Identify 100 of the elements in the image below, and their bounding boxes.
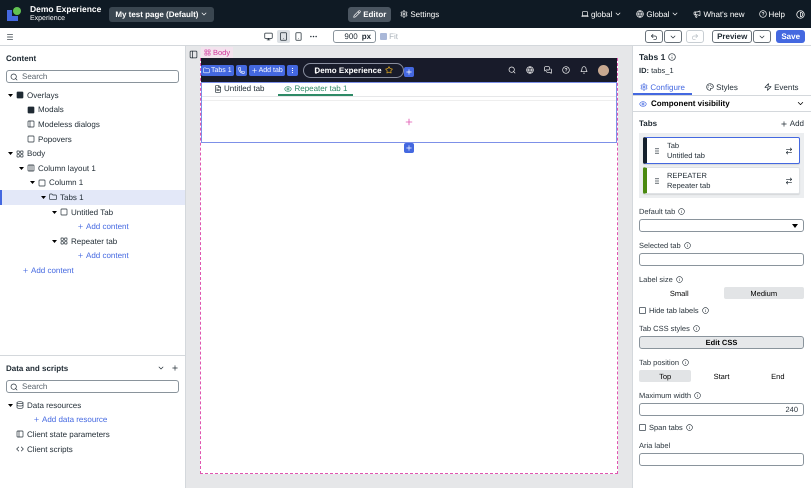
- inspector-tab[interactable]: Events: [752, 81, 811, 95]
- page-selector[interactable]: My test page (Default): [109, 6, 214, 22]
- contrast-icon: [796, 10, 805, 18]
- selected-tab-field[interactable]: [639, 253, 804, 266]
- tree-item[interactable]: Modals: [0, 102, 185, 118]
- chevron-down-icon: [796, 99, 805, 108]
- mode-tab[interactable]: Editor: [348, 6, 392, 22]
- tree-item[interactable]: Repeater tab: [0, 234, 185, 249]
- expanded-caret-icon[interactable]: [8, 151, 13, 156]
- info-icon: [702, 307, 709, 314]
- expanded-caret-icon[interactable]: [52, 238, 57, 244]
- search-field[interactable]: Search: [6, 70, 179, 83]
- experience-pill[interactable]: Demo Experience: [303, 62, 404, 78]
- avatar: [598, 64, 609, 76]
- search-icon: [10, 382, 18, 390]
- database-icon: [16, 401, 24, 410]
- phone-button[interactable]: [236, 65, 247, 76]
- plus-icon: [33, 416, 40, 424]
- header-link[interactable]: Help: [756, 10, 788, 18]
- swap-icon: [785, 176, 793, 184]
- square-icon: [60, 208, 68, 216]
- columns-icon: [27, 164, 35, 172]
- canvas-tab[interactable]: Untitled tab: [208, 83, 270, 96]
- info-icon: [676, 276, 683, 283]
- scope-menu[interactable]: Global: [633, 10, 682, 18]
- folder-icon: [49, 193, 57, 202]
- info-icon: [684, 242, 691, 249]
- expanded-caret-icon[interactable]: [8, 92, 13, 98]
- plus-icon: [77, 223, 84, 230]
- default-tab-select[interactable]: [639, 219, 804, 232]
- aria-label-field[interactable]: [639, 453, 804, 466]
- tablet-icon: [279, 32, 288, 41]
- tablet-view-button[interactable]: [277, 30, 290, 43]
- tree-item[interactable]: Client scripts: [0, 442, 185, 456]
- info-icon: [694, 392, 702, 399]
- add-icon: [171, 364, 179, 372]
- panel-title: Content: [6, 54, 36, 62]
- save-button[interactable]: Save: [776, 30, 806, 43]
- tree-item[interactable]: Data resources: [0, 398, 185, 413]
- desktop-view-button[interactable]: [262, 30, 276, 43]
- panel-icon: [27, 120, 35, 128]
- more-button[interactable]: [286, 65, 298, 76]
- redo-icon: [691, 32, 700, 40]
- tree-item[interactable]: Overlays: [0, 88, 185, 103]
- tree-item[interactable]: Untitled Tab: [0, 204, 185, 220]
- undo-menu-button[interactable]: [664, 30, 682, 43]
- bell-icon: [580, 66, 588, 74]
- filled-square-icon: [16, 91, 24, 100]
- expanded-caret-icon[interactable]: [30, 180, 35, 186]
- expanded-caret-icon[interactable]: [52, 210, 57, 215]
- tree-item[interactable]: Popovers: [0, 132, 185, 146]
- undo-icon: [650, 32, 658, 40]
- mode-tab[interactable]: Settings: [395, 6, 444, 22]
- add-button[interactable]: [404, 67, 414, 77]
- panel-title: Data and scripts: [6, 364, 68, 372]
- plus-icon: [405, 144, 413, 152]
- expanded-caret-icon[interactable]: [19, 166, 24, 171]
- canvas-tab[interactable]: Repeater tab 1: [278, 83, 354, 96]
- help-icon: [562, 66, 570, 74]
- gear-icon: [400, 10, 408, 18]
- help-icon: [758, 10, 767, 18]
- tree-item[interactable]: Body: [0, 146, 185, 161]
- expanded-caret-icon[interactable]: [8, 402, 13, 408]
- header-link[interactable]: What's new: [690, 10, 748, 18]
- add-content-link[interactable]: Add data resource: [33, 415, 108, 424]
- tree-item[interactable]: Column 1: [0, 176, 185, 190]
- plus-icon: [250, 67, 258, 74]
- search-field[interactable]: Search: [6, 380, 179, 393]
- preview-menu-button[interactable]: [753, 30, 772, 43]
- tree-item[interactable]: Tabs 1: [0, 190, 185, 205]
- inspector-tab[interactable]: Styles: [692, 81, 752, 95]
- caret-icon: [200, 10, 208, 18]
- globe-icon: [636, 10, 644, 18]
- tree-item[interactable]: Column layout 1: [0, 160, 185, 176]
- width-field[interactable]: 900 px: [333, 30, 376, 43]
- phone-icon: [238, 67, 245, 74]
- star-icon: [384, 66, 393, 74]
- grid-icon: [204, 49, 211, 56]
- laptop-icon: [580, 10, 589, 18]
- plus-icon: [405, 68, 413, 76]
- add-content-icon: [404, 116, 414, 126]
- menu-icon: [6, 32, 14, 40]
- add-content-link[interactable]: Add content: [77, 251, 129, 260]
- tree-item[interactable]: Modeless dialogs: [0, 117, 185, 132]
- info-icon: [686, 424, 693, 431]
- scope-menu[interactable]: global: [578, 10, 626, 18]
- undo-button[interactable]: [645, 30, 664, 43]
- info-icon: [678, 208, 686, 215]
- preview-button[interactable]: Preview: [712, 30, 752, 43]
- panel-toggle-icon: [188, 50, 198, 59]
- tree-item[interactable]: Client state parameters: [0, 427, 185, 442]
- palette-icon: [706, 83, 714, 91]
- square-icon: [38, 178, 46, 187]
- add-tab-link[interactable]: Add: [780, 119, 804, 128]
- add-content-link[interactable]: Add content: [77, 222, 129, 232]
- expanded-caret-icon[interactable]: [41, 194, 46, 200]
- add-content-link[interactable]: Add content: [22, 266, 74, 275]
- search-icon: [508, 66, 516, 74]
- app-title: Demo Experience: [30, 5, 102, 14]
- section-title: Tabs: [639, 119, 658, 128]
